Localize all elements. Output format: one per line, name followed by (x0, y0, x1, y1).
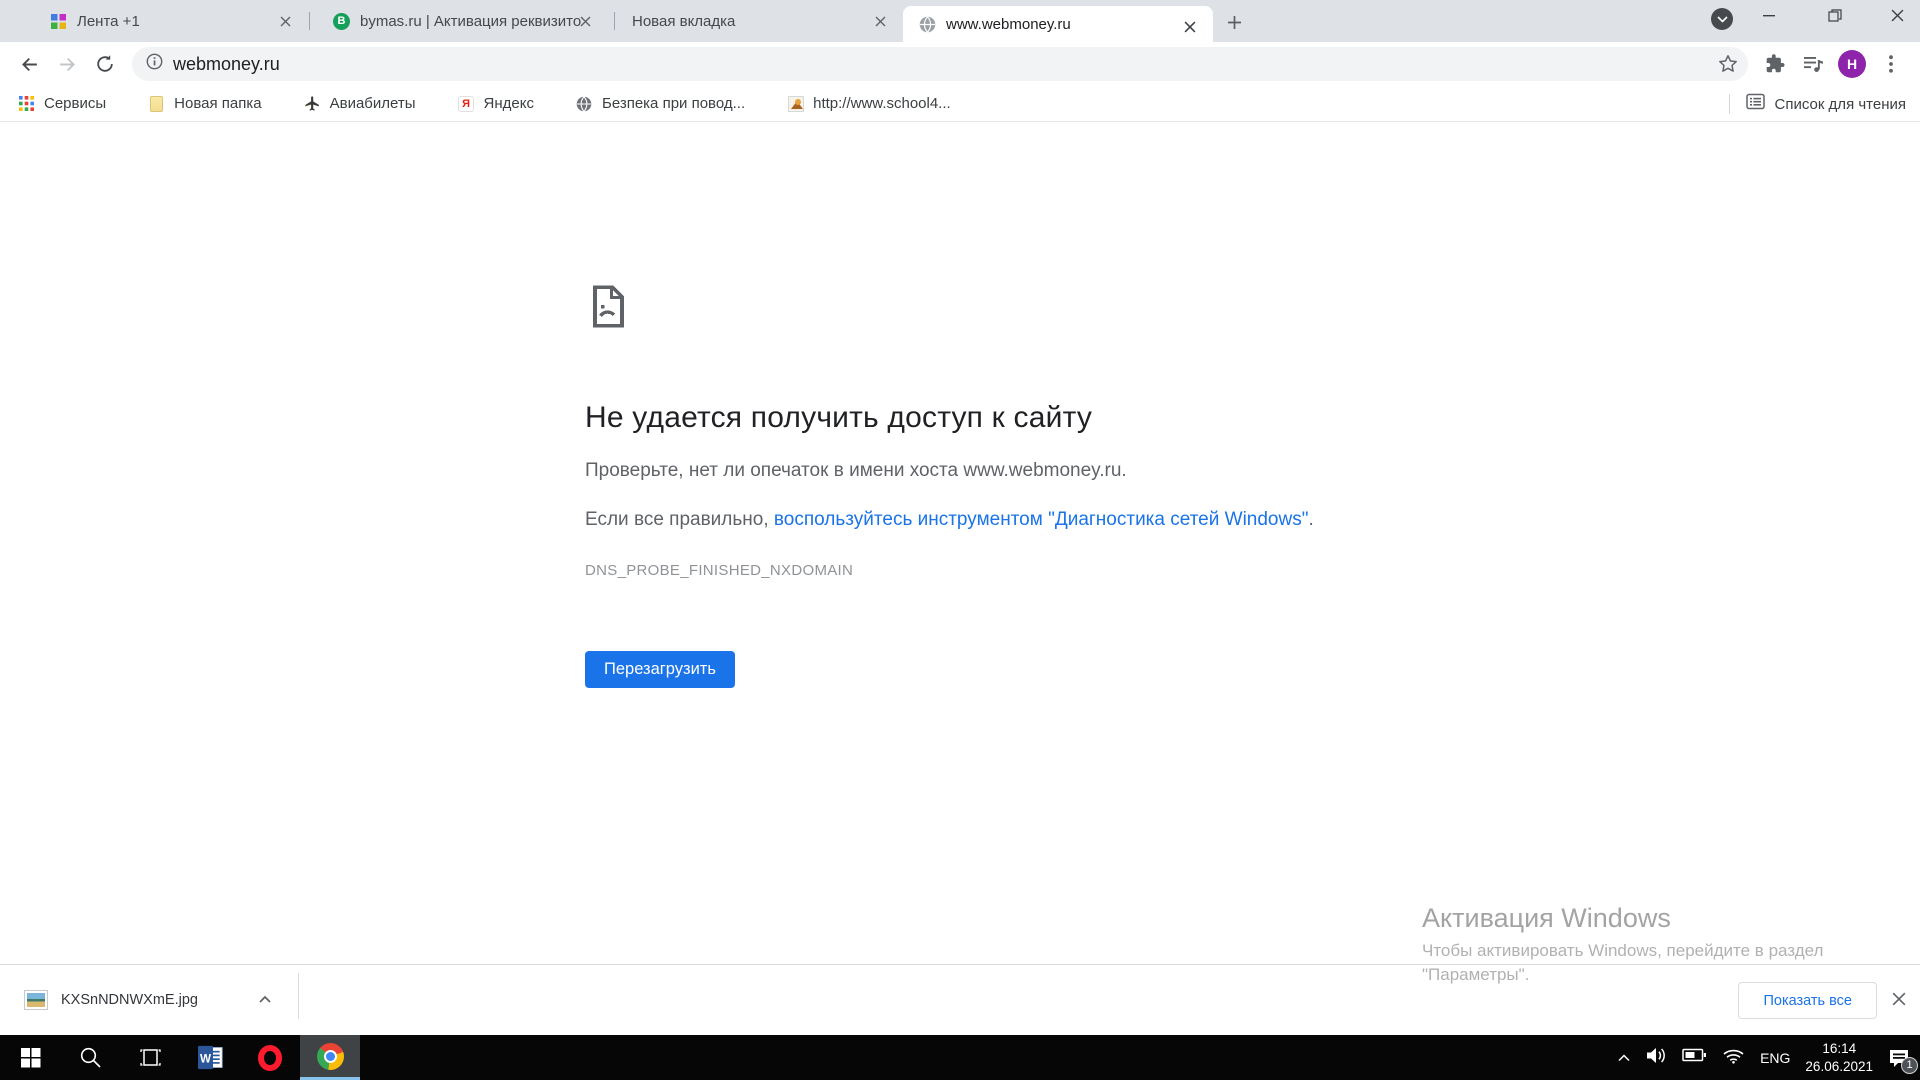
bookmark-new-folder[interactable]: Новая папка (138, 90, 271, 118)
download-bar: KXSnNDNWXmE.jpg Показать все (0, 964, 1920, 1035)
reload-button[interactable] (88, 47, 122, 81)
bookmark-label: Авиабилеты (330, 95, 416, 112)
globe-icon (576, 95, 593, 112)
bookmark-label: http://www.school4... (813, 95, 951, 112)
download-item[interactable]: KXSnNDNWXmE.jpg (0, 965, 298, 1035)
bookmark-services[interactable]: Сервисы (8, 90, 116, 118)
bookmark-bezpeka[interactable]: Безпека при повод... (566, 90, 755, 118)
extensions-puzzle-icon[interactable] (1758, 47, 1792, 81)
tab-title: www.webmoney.ru (946, 16, 1213, 33)
taskbar-date: 26.06.2021 (1805, 1058, 1873, 1076)
tab-close-icon[interactable] (276, 12, 294, 30)
volume-icon[interactable] (1646, 1047, 1667, 1069)
task-view-button[interactable] (120, 1035, 180, 1080)
tab-close-icon[interactable] (1181, 18, 1199, 36)
wifi-icon[interactable] (1722, 1047, 1745, 1069)
image-thumbnail-icon (24, 990, 48, 1010)
start-button[interactable] (0, 1035, 60, 1080)
tab-bymas[interactable]: B bymas.ru | Активация реквизито (310, 0, 608, 42)
error-title: Не удается получить доступ к сайту (585, 401, 1385, 435)
profile-avatar[interactable]: H (1838, 50, 1866, 78)
yandex-icon: Я (458, 95, 475, 112)
taskbar: W ENG 16:14 26.06.2021 (0, 1035, 1920, 1080)
battery-icon[interactable] (1682, 1048, 1707, 1067)
bookmarks-bar: Сервисы Новая папка Авиабилеты Я Яндекс … (0, 86, 1920, 122)
download-chevron-up-icon[interactable] (258, 991, 272, 1009)
bookmark-label: Сервисы (44, 95, 106, 112)
download-filename: KXSnNDNWXmE.jpg (61, 992, 198, 1008)
tab-new-tab[interactable]: Новая вкладка (616, 0, 903, 42)
svg-text:W: W (199, 1053, 210, 1066)
image-favicon (787, 95, 804, 112)
error-line2-prefix: Если все правильно, (585, 509, 774, 530)
window-close-button[interactable] (1874, 0, 1920, 31)
new-tab-button[interactable] (1222, 10, 1246, 34)
hidden-icons-chevron[interactable] (1617, 1049, 1631, 1067)
reading-list-label: Список для чтения (1774, 96, 1906, 113)
tab-search-button[interactable] (1711, 8, 1733, 30)
site-info-icon[interactable] (146, 53, 163, 75)
tab-title: Лента +1 (77, 13, 308, 30)
address-bar[interactable]: webmoney.ru (132, 47, 1748, 81)
back-button[interactable] (12, 47, 46, 81)
error-line2-suffix: . (1308, 509, 1313, 530)
bookmark-label: Безпека при повод... (602, 95, 745, 112)
bookmark-label: Яндекс (484, 95, 534, 112)
divider (298, 973, 299, 1019)
tab-title: bymas.ru | Активация реквизито (360, 13, 608, 30)
action-center-icon[interactable]: 1 (1888, 1048, 1910, 1068)
folder-icon (148, 95, 165, 112)
taskbar-clock[interactable]: 16:14 26.06.2021 (1805, 1040, 1873, 1075)
tab-close-icon[interactable] (576, 12, 594, 30)
page-content: Не удается получить доступ к сайту Прове… (0, 123, 1920, 964)
browser-menu-icon[interactable] (1874, 47, 1908, 81)
tab-lenta[interactable]: Лента +1 (8, 0, 308, 42)
chrome-app-icon-active[interactable] (300, 1035, 360, 1080)
apps-grid-icon (18, 95, 35, 112)
language-indicator[interactable]: ENG (1760, 1050, 1790, 1066)
reload-page-button[interactable]: Перезагрузить (585, 651, 735, 688)
window-minimize-button[interactable] (1746, 0, 1792, 31)
broken-page-icon (585, 317, 632, 334)
url-text: webmoney.ru (173, 54, 280, 75)
word-app-icon[interactable]: W (180, 1035, 240, 1080)
opera-app-icon[interactable] (240, 1035, 300, 1080)
bookmark-star-icon[interactable] (1718, 54, 1738, 79)
bookmark-label: Новая папка (174, 95, 261, 112)
tab-strip: Лента +1 B bymas.ru | Активация реквизит… (0, 0, 1920, 42)
error-line2: Если все правильно, воспользуйтесь инстр… (585, 508, 1385, 533)
error-page: Не удается получить доступ к сайту Прове… (585, 283, 1385, 688)
divider (1729, 94, 1730, 114)
window-restore-button[interactable] (1812, 0, 1858, 31)
network-diagnostics-link[interactable]: воспользуйтесь инструментом "Диагностика… (774, 509, 1309, 530)
tab-divider (614, 12, 615, 30)
tab-favicon-globe-icon (919, 16, 936, 33)
tab-webmoney-active[interactable]: www.webmoney.ru (903, 6, 1213, 42)
browser-toolbar: webmoney.ru H (0, 42, 1920, 86)
system-tray: ENG 16:14 26.06.2021 1 (1617, 1035, 1920, 1080)
download-bar-close-icon[interactable] (1891, 991, 1907, 1007)
reading-list-button[interactable]: Список для чтения (1729, 86, 1906, 122)
media-controls-icon[interactable] (1796, 47, 1830, 81)
airplane-icon (304, 95, 321, 112)
bookmark-avia[interactable]: Авиабилеты (294, 90, 426, 118)
show-all-downloads-button[interactable]: Показать все (1738, 982, 1877, 1019)
reading-list-icon (1746, 93, 1765, 115)
taskbar-time: 16:14 (1805, 1040, 1873, 1058)
tab-title: Новая вкладка (632, 13, 903, 30)
tab-close-icon[interactable] (871, 12, 889, 30)
tab-favicon-bymas-icon: B (333, 13, 350, 30)
screen: Лента +1 B bymas.ru | Активация реквизит… (0, 0, 1920, 1080)
error-line1: Проверьте, нет ли опечаток в имени хоста… (585, 459, 1385, 484)
error-code: DNS_PROBE_FINISHED_NXDOMAIN (585, 562, 1385, 579)
tab-favicon-grid-icon (50, 13, 67, 30)
bookmark-school[interactable]: http://www.school4... (777, 90, 961, 118)
taskbar-search-button[interactable] (60, 1035, 120, 1080)
forward-button[interactable] (50, 47, 84, 81)
notification-badge: 1 (1901, 1057, 1918, 1074)
bookmark-yandex[interactable]: Я Яндекс (448, 90, 544, 118)
